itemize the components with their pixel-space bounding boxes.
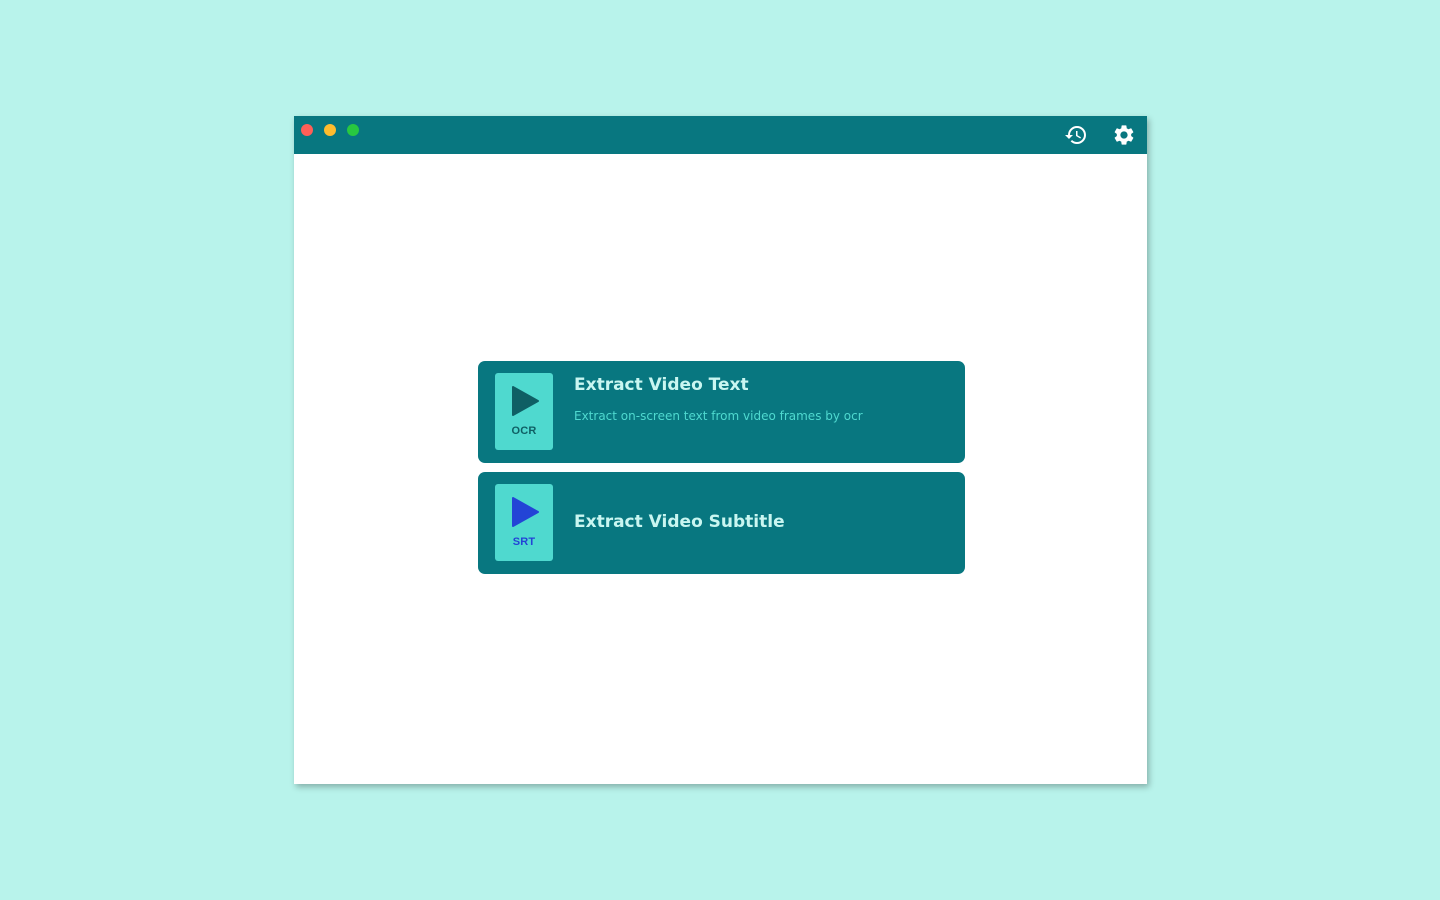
srt-file-icon: SRT: [495, 484, 553, 561]
app-window: OCR Extract Video Text Extract on-screen…: [294, 116, 1147, 784]
title-bar: [294, 116, 1147, 154]
play-icon: [512, 497, 539, 527]
extract-video-text-card[interactable]: OCR Extract Video Text Extract on-screen…: [478, 361, 965, 463]
extract-video-text-description: Extract on-screen text from video frames…: [574, 409, 863, 423]
close-window-button[interactable]: [301, 124, 313, 136]
minimize-window-button[interactable]: [324, 124, 336, 136]
gear-icon: [1114, 125, 1134, 145]
srt-file-label: SRT: [512, 536, 536, 548]
history-button[interactable]: [1064, 123, 1088, 147]
settings-button[interactable]: [1112, 123, 1136, 147]
extract-video-subtitle-title: Extract Video Subtitle: [574, 512, 785, 532]
extract-video-text-title: Extract Video Text: [574, 375, 749, 395]
maximize-window-button[interactable]: [347, 124, 359, 136]
history-icon: [1065, 126, 1086, 144]
ocr-file-icon: OCR: [495, 373, 553, 450]
play-icon: [512, 386, 539, 416]
extract-video-subtitle-card[interactable]: SRT Extract Video Subtitle: [478, 472, 965, 574]
ocr-file-label: OCR: [511, 425, 537, 437]
